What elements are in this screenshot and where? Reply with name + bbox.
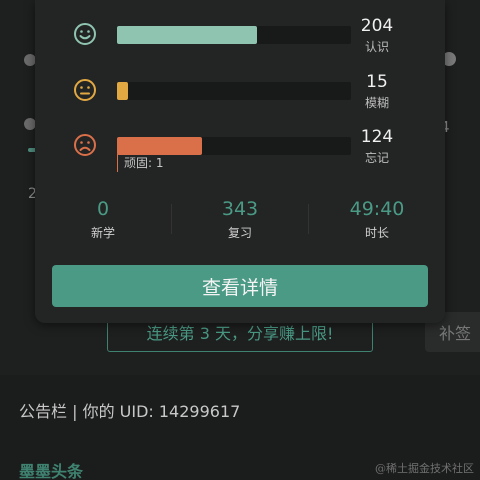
fuzzy-row: 15 模糊 bbox=[35, 72, 445, 128]
forget-bar-track bbox=[117, 137, 351, 155]
duration-value: 49:40 bbox=[349, 198, 405, 220]
duration-label: 时长 bbox=[364, 226, 389, 240]
smile-icon bbox=[74, 23, 96, 45]
review-stat: 343 复习 bbox=[172, 198, 308, 241]
know-bar-track bbox=[117, 26, 351, 44]
know-label: 认识 bbox=[364, 40, 389, 54]
know-row: 204 认识 bbox=[35, 16, 445, 72]
new-learned-stat: 0 新学 bbox=[35, 198, 171, 241]
duration-stat: 49:40 时长 bbox=[309, 198, 445, 241]
forget-count: 124 bbox=[360, 127, 394, 147]
stubborn-label: 顽固: 1 bbox=[117, 154, 164, 172]
study-stats: 0 新学 343 复习 49:40 时长 bbox=[35, 198, 445, 244]
fuzzy-bar-fill bbox=[117, 82, 128, 100]
review-value: 343 bbox=[221, 198, 259, 220]
notice-bar-text[interactable]: 公告栏 | 你的 UID: 14299617 bbox=[19, 398, 240, 422]
news-headline-title[interactable]: 墨墨头条 bbox=[19, 458, 83, 480]
fuzzy-bar-track bbox=[117, 82, 351, 100]
view-details-button[interactable]: 查看详情 bbox=[52, 265, 428, 307]
fuzzy-label: 模糊 bbox=[364, 96, 389, 110]
forget-label: 忘记 bbox=[364, 151, 389, 165]
neutral-face-icon bbox=[74, 79, 96, 101]
review-label: 复习 bbox=[227, 226, 252, 240]
sad-face-icon bbox=[74, 134, 96, 156]
study-stats-popup: 204 认识 15 模糊 124 忘记 顽固: 1 0 新学 343 复习 49… bbox=[35, 0, 445, 323]
forget-bar-fill bbox=[117, 137, 203, 155]
know-bar-fill bbox=[117, 26, 258, 44]
new-learned-value: 0 bbox=[96, 198, 110, 220]
fuzzy-count: 15 bbox=[366, 72, 388, 92]
forget-row: 124 忘记 bbox=[35, 127, 445, 183]
know-count: 204 bbox=[360, 16, 394, 36]
watermark: @稀土掘金技术社区 bbox=[375, 462, 474, 475]
new-learned-label: 新学 bbox=[90, 226, 115, 240]
